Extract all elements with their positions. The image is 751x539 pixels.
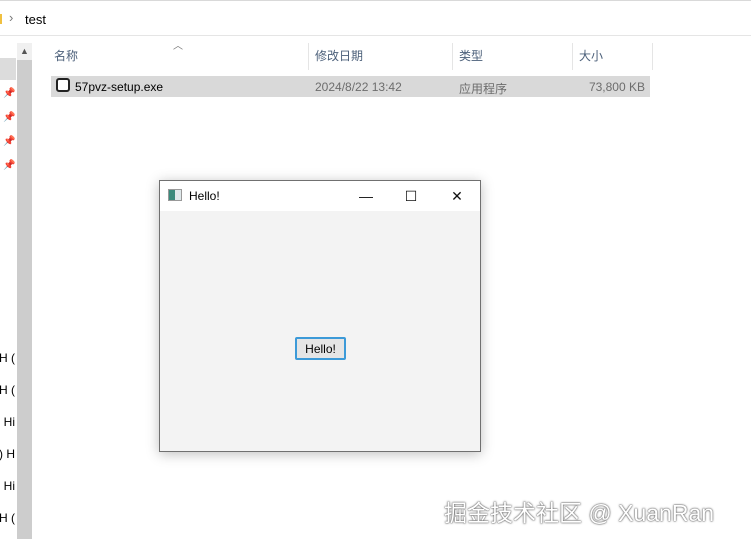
- watermark: 掘金技术社区 @ XuanRan: [444, 500, 715, 526]
- minimize-icon[interactable]: —: [343, 181, 389, 211]
- app-window-icon: [168, 189, 182, 201]
- column-divider[interactable]: [452, 43, 453, 70]
- column-header-size[interactable]: 大小: [579, 47, 603, 64]
- pin-icon: 📌: [3, 136, 16, 147]
- nav-item[interactable]: ) H: [0, 511, 15, 525]
- address-bar[interactable]: › test: [0, 0, 751, 36]
- file-type: 应用程序: [459, 82, 508, 96]
- nav-item[interactable]: ) H: [0, 383, 15, 397]
- nav-item[interactable]: Hi: [0, 415, 15, 429]
- file-modified: 2024/8/22 13:42: [315, 80, 402, 94]
- close-icon[interactable]: ✕: [434, 181, 480, 211]
- breadcrumb-chevron-icon[interactable]: ›: [9, 10, 13, 25]
- column-header-name[interactable]: 名称: [54, 47, 78, 64]
- column-divider[interactable]: [572, 43, 573, 70]
- scroll-up-icon[interactable]: ▲: [17, 43, 32, 60]
- folder-icon: [0, 14, 2, 24]
- file-row[interactable]: 57pvz-setup.exe 2024/8/22 13:42 应用程序 73,…: [51, 76, 650, 97]
- nav-item[interactable]: s) H: [0, 447, 15, 461]
- column-header-modified[interactable]: 修改日期: [315, 47, 363, 64]
- maximize-icon[interactable]: ☐: [388, 181, 434, 211]
- pin-icon: 📌: [3, 112, 16, 123]
- pvz-app-icon: [56, 78, 70, 92]
- column-divider[interactable]: [652, 43, 653, 70]
- nav-item[interactable]: Hi: [0, 479, 15, 493]
- file-size: 73,800 KB: [588, 80, 645, 94]
- dialog-title: Hello!: [189, 189, 220, 203]
- column-divider[interactable]: [308, 43, 309, 70]
- nav-scrollbar[interactable]: [17, 43, 32, 539]
- pin-icon: 📌: [3, 160, 16, 171]
- nav-item[interactable]: ) H: [0, 351, 15, 365]
- dialog-titlebar[interactable]: Hello! — ☐ ✕: [160, 181, 480, 211]
- hello-dialog: Hello! — ☐ ✕ Hello!: [159, 180, 481, 452]
- pin-icon: 📌: [3, 88, 16, 99]
- nav-selected-item[interactable]: [0, 58, 16, 80]
- sort-ascending-icon: ︿: [173, 41, 183, 52]
- file-name: 57pvz-setup.exe: [75, 80, 164, 94]
- breadcrumb-test[interactable]: test: [25, 12, 46, 27]
- column-header-type[interactable]: 类型: [459, 47, 483, 64]
- hello-button[interactable]: Hello!: [295, 337, 346, 360]
